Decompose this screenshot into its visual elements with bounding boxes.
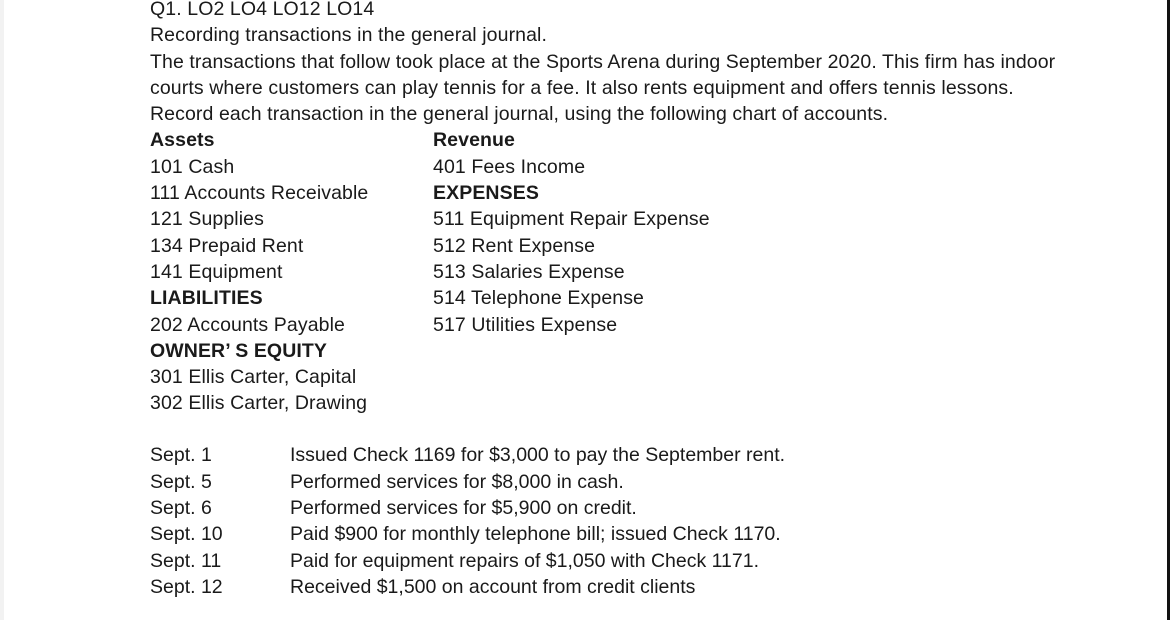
transaction-row: Sept. 12 Received $1,500 on account from …	[150, 574, 1150, 600]
document-page: Q1. LO2 LO4 LO12 LO14 Recording transact…	[150, 0, 1150, 600]
transaction-date: Sept. 12	[150, 575, 223, 598]
transaction-description: Performed services for $5,900 on credit.	[290, 497, 637, 520]
page-left-edge	[0, 0, 4, 620]
transaction-date: Sept. 1	[150, 444, 212, 467]
section-title: Recording transactions in the general jo…	[150, 24, 547, 47]
account-item: 514 Telephone Expense	[433, 287, 645, 310]
transaction-date: Sept. 6	[150, 497, 212, 520]
accounts-right-column: Revenue 401 Fees Income EXPENSES 511 Equipm…	[433, 127, 710, 337]
question-label: Q1. LO2 LO4 LO12 LO14	[150, 0, 375, 20]
intro-line: Record each transaction in the general j…	[150, 103, 889, 126]
account-category-heading: LIABILITIES	[150, 287, 263, 310]
transaction-description: Performed services for $8,000 in cash.	[290, 470, 624, 493]
transaction-description: Issued Check 1169 for $3,000 to pay the …	[290, 444, 786, 467]
account-item: 512 Rent Expense	[433, 234, 596, 257]
account-category-heading: Assets	[150, 129, 215, 152]
transaction-row: Sept. 1 Issued Check 1169 for $3,000 to p…	[150, 442, 1150, 468]
account-item: 517 Utilities Expense	[433, 313, 618, 336]
account-item: 134 Prepaid Rent	[150, 234, 304, 257]
intro-line: The transactions that follow took place …	[150, 50, 1056, 73]
account-item: 111 Accounts Receivable	[150, 182, 369, 205]
transaction-description: Paid for equipment repairs of $1,050 wit…	[290, 549, 759, 572]
transaction-row: Sept. 6 Performed services for $5,900 on …	[150, 495, 1150, 521]
chart-of-accounts: Assets 101 Cash 111 Accounts Receivable 121…	[150, 127, 1150, 416]
accounts-left-column: Assets 101 Cash 111 Accounts Receivable 121…	[150, 127, 368, 416]
transaction-row: Sept. 11 Paid for equipment repairs of $1…	[150, 548, 1150, 574]
transaction-description: Received $1,500 on account from credit c…	[290, 575, 696, 598]
account-category-heading: Revenue	[433, 129, 515, 152]
transaction-date: Sept. 10	[150, 523, 223, 546]
account-item: 302 Ellis Carter, Drawing	[150, 392, 368, 415]
account-item: 401 Fees Income	[433, 155, 586, 178]
account-item: 301 Ellis Carter, Capital	[150, 366, 357, 389]
account-category-heading: OWNER’ S EQUITY	[150, 339, 328, 362]
account-item: 141 Equipment	[150, 260, 283, 283]
transaction-date: Sept. 11	[150, 549, 222, 572]
transaction-row: Sept. 5 Performed services for $8,000 in …	[150, 469, 1150, 495]
account-item: 511 Equipment Repair Expense	[433, 208, 710, 231]
transaction-date: Sept. 5	[150, 470, 212, 493]
intro-line: courts where customers can play tennis f…	[150, 76, 1014, 99]
account-item: 513 Salaries Expense	[433, 260, 625, 283]
account-category-heading: EXPENSES	[433, 182, 539, 205]
transactions-list: Sept. 1 Issued Check 1169 for $3,000 to p…	[150, 442, 1150, 600]
account-item: 202 Accounts Payable	[150, 313, 345, 336]
account-item: 101 Cash	[150, 155, 235, 178]
transaction-row: Sept. 10 Paid $900 for monthly telephone …	[150, 521, 1150, 547]
account-item: 121 Supplies	[150, 208, 264, 231]
transaction-description: Paid $900 for monthly telephone bill; is…	[290, 523, 781, 546]
